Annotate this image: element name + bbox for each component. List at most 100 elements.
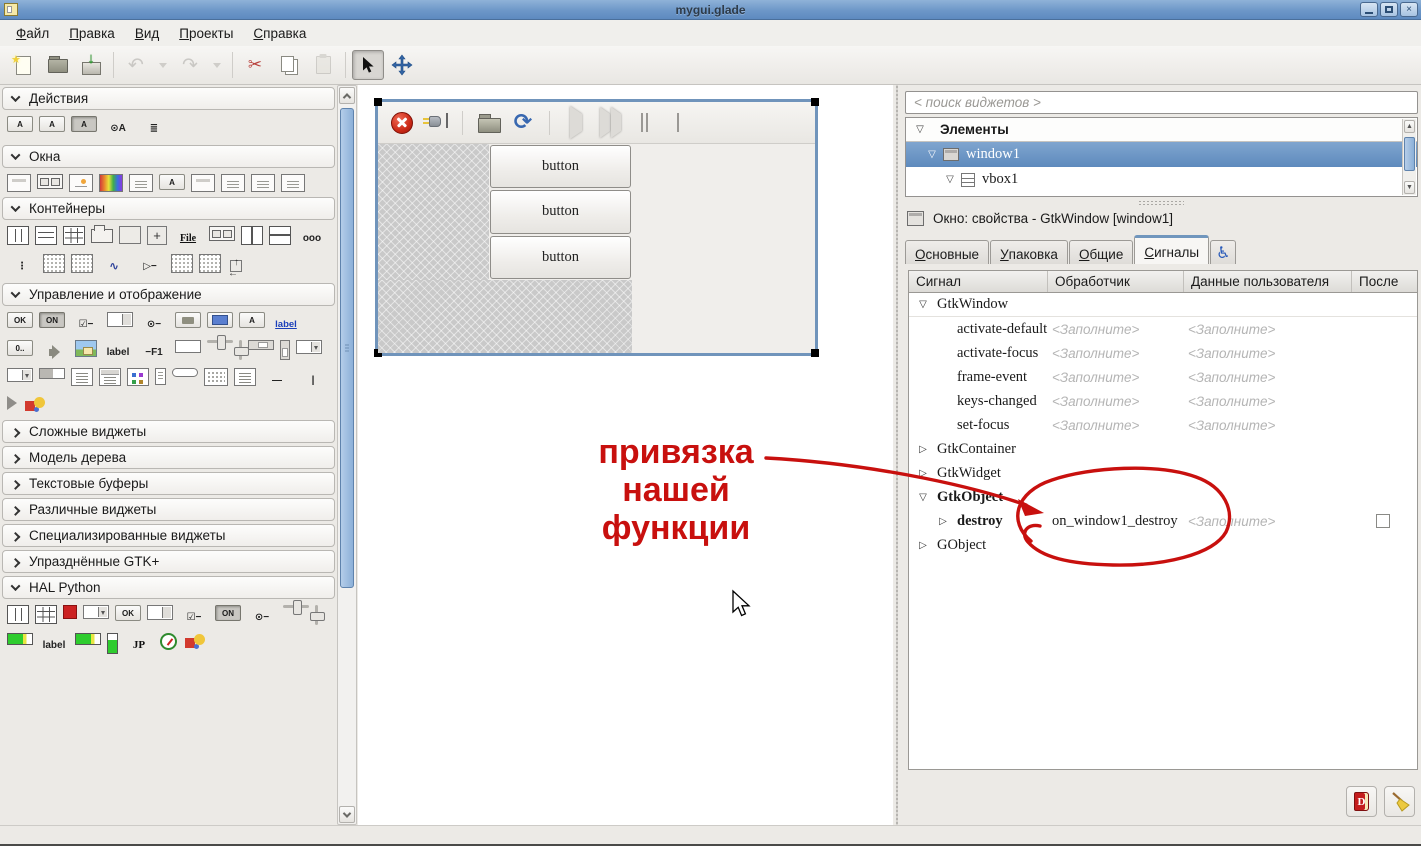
- signal-row-destroy[interactable]: ▷ destroy on_window1_destroy <Заполните>: [909, 509, 1417, 533]
- viewport-icon[interactable]: [43, 254, 65, 273]
- handler-cell[interactable]: [1048, 461, 1184, 485]
- resize-handle[interactable]: [374, 98, 382, 106]
- designed-close-button[interactable]: [388, 109, 416, 137]
- tab-accessibility[interactable]: ♿: [1210, 240, 1237, 264]
- hal-combobox-icon[interactable]: [83, 605, 109, 619]
- palette-section-text-buffers[interactable]: Текстовые буферы: [2, 472, 335, 495]
- handler-cell[interactable]: [1048, 485, 1184, 509]
- userdata-cell[interactable]: <Заполните>: [1184, 413, 1352, 437]
- palette-section-misc-widgets[interactable]: Различные виджеты: [2, 498, 335, 521]
- column-header-signal[interactable]: Сигнал: [909, 271, 1048, 292]
- alignment-icon[interactable]: [228, 257, 242, 279]
- scroll-down-button[interactable]: ▼: [1404, 181, 1415, 194]
- handler-cell[interactable]: <Заполните>: [1048, 365, 1184, 389]
- userdata-cell[interactable]: [1184, 293, 1352, 316]
- designed-open-button[interactable]: [475, 109, 503, 137]
- palette-section-actions[interactable]: Действия: [2, 87, 335, 110]
- scrollbar-thumb[interactable]: [1404, 137, 1415, 171]
- designed-step-button[interactable]: [596, 109, 624, 137]
- togglebutton-icon[interactable]: ON: [39, 312, 65, 328]
- toggle-action-icon[interactable]: A: [71, 116, 97, 132]
- designed-button-3[interactable]: button: [490, 235, 631, 279]
- tree-row-vbox1[interactable]: ▽ vbox1: [906, 167, 1417, 192]
- undo-menu-button[interactable]: [154, 50, 172, 80]
- expander-icon[interactable]: ▷: [917, 540, 929, 551]
- radio-action-icon[interactable]: ⊙A: [103, 116, 133, 140]
- signal-row-activate-default[interactable]: activate-default <Заполните> <Заполните>: [909, 317, 1417, 341]
- radiobutton-icon[interactable]: ⊙−: [139, 312, 169, 336]
- column-header-handler[interactable]: Обработчик: [1048, 271, 1184, 292]
- hal-vscale-icon[interactable]: [310, 605, 325, 625]
- hal-progressbar-icon[interactable]: [7, 633, 33, 645]
- undo-button[interactable]: [120, 50, 152, 80]
- tab-general[interactable]: Основные: [905, 240, 990, 264]
- hal-table-icon[interactable]: [35, 605, 57, 624]
- hal-jogwheel-icon[interactable]: JP: [124, 633, 154, 657]
- tree-row-window1[interactable]: ▽ window1: [906, 142, 1417, 167]
- cleanup-button[interactable]: [1384, 786, 1415, 817]
- expander-icon[interactable]: ▷: [917, 468, 929, 479]
- vpaned-icon[interactable]: [269, 226, 291, 245]
- scrollbar-thumb[interactable]: [340, 108, 354, 588]
- designed-pause-button[interactable]: [630, 109, 658, 137]
- action-list-icon[interactable]: ≣: [139, 116, 169, 140]
- expander-icon[interactable]: ▷: [917, 444, 929, 455]
- signal-row-set-focus[interactable]: set-focus <Заполните> <Заполните>: [909, 413, 1417, 437]
- icon-view-icon[interactable]: [127, 368, 149, 386]
- font-selection-dialog-icon[interactable]: A: [159, 174, 185, 190]
- widget-search-input[interactable]: [905, 91, 1418, 114]
- scrolledwindow-icon[interactable]: [171, 254, 193, 273]
- palette-section-windows[interactable]: Окна: [2, 145, 335, 168]
- hal-bar-icon[interactable]: [75, 633, 101, 645]
- dialog-icon[interactable]: [37, 174, 63, 189]
- icon-factory-icon[interactable]: [71, 254, 93, 273]
- handler-cell[interactable]: <Заполните>: [1048, 389, 1184, 413]
- linkbutton-icon[interactable]: label: [271, 312, 301, 336]
- handler-cell[interactable]: [1048, 533, 1184, 557]
- signal-row-GtkContainer[interactable]: ▷ GtkContainer: [909, 437, 1417, 461]
- userdata-cell[interactable]: <Заполните>: [1184, 341, 1352, 365]
- menu-item-edit[interactable]: Правка: [59, 22, 125, 45]
- designed-connect-button[interactable]: [422, 109, 450, 137]
- designed-button-1[interactable]: button: [490, 145, 631, 189]
- vbuttonbox-icon[interactable]: ⋮: [7, 254, 37, 278]
- palette-section-special-widgets[interactable]: Специализированные виджеты: [2, 524, 335, 547]
- textview-icon[interactable]: [71, 368, 93, 386]
- expander-icon[interactable]: ▷−: [135, 254, 165, 278]
- cellview-icon[interactable]: [155, 368, 166, 385]
- column-header-after[interactable]: После: [1352, 271, 1417, 292]
- selector-button[interactable]: [352, 50, 384, 80]
- curve-icon[interactable]: ∿: [99, 254, 129, 278]
- new-button[interactable]: [7, 50, 39, 80]
- tab-packing[interactable]: Упаковка: [990, 240, 1068, 264]
- hal-button-icon[interactable]: OK: [115, 605, 141, 621]
- palette-section-complex-widgets[interactable]: Сложные виджеты: [2, 420, 335, 443]
- hal-togglebutton-icon[interactable]: ON: [215, 605, 241, 621]
- signal-row-GtkWidget[interactable]: ▷ GtkWidget: [909, 461, 1417, 485]
- open-button[interactable]: [41, 50, 73, 80]
- hal-graph-icon[interactable]: [183, 633, 207, 652]
- fixed-icon[interactable]: [147, 226, 167, 245]
- drag-resize-button[interactable]: [386, 50, 418, 80]
- signal-row-GObject[interactable]: ▷ GObject: [909, 533, 1417, 557]
- userdata-cell[interactable]: <Заполните>: [1184, 365, 1352, 389]
- comboboxentry-icon[interactable]: [7, 368, 33, 382]
- userdata-cell[interactable]: [1184, 485, 1352, 509]
- tree-header[interactable]: ▽ Элементы: [906, 118, 1417, 142]
- scroll-up-button[interactable]: ▲: [1404, 120, 1415, 133]
- handler-cell[interactable]: on_window1_destroy: [1048, 509, 1184, 533]
- toolbar-icon[interactable]: ooo: [297, 226, 327, 250]
- color-selection-dialog-icon[interactable]: [99, 174, 123, 192]
- handler-cell[interactable]: <Заполните>: [1048, 413, 1184, 437]
- menu-item-file[interactable]: Файл: [6, 22, 59, 45]
- palette-scrollbar[interactable]: [337, 85, 357, 825]
- menu-item-help[interactable]: Справка: [243, 22, 316, 45]
- input-dialog-icon[interactable]: [191, 174, 215, 192]
- notebook-icon[interactable]: [91, 225, 113, 243]
- userdata-cell[interactable]: <Заполните>: [1184, 509, 1352, 533]
- combobox-icon[interactable]: [296, 340, 322, 354]
- designed-button-2[interactable]: button: [490, 190, 631, 234]
- checkbutton-icon[interactable]: ☑−: [71, 312, 101, 336]
- palette-section-containers[interactable]: Контейнеры: [2, 197, 335, 220]
- hal-radiobutton-icon[interactable]: ⊙−: [247, 605, 277, 629]
